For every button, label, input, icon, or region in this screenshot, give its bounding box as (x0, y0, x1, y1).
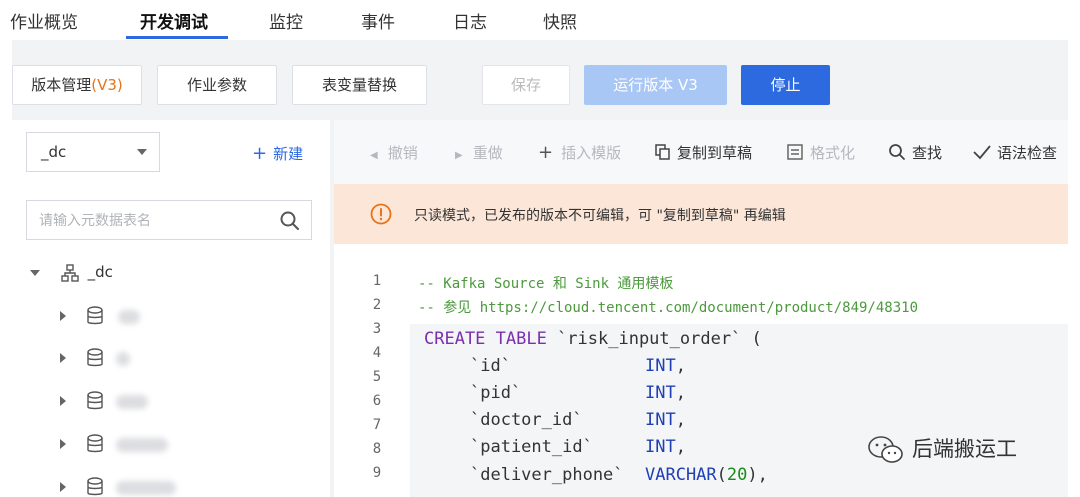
caret-right-icon (60, 311, 66, 321)
version-manage-label: 版本管理 (31, 76, 92, 94)
copy-to-draft-button[interactable]: 复制到草稿 (655, 142, 752, 163)
database-icon (87, 477, 103, 496)
line-number: 8 (372, 441, 382, 457)
redo-label: 重做 (472, 144, 503, 162)
tree-root-node[interactable]: _dc (30, 263, 113, 282)
database-select-value: _dc (41, 143, 67, 161)
code-keyword: CREATE TABLE (424, 329, 547, 349)
variable-replace-button[interactable]: 表变量替换 (292, 65, 427, 105)
caret-right-icon (60, 396, 66, 406)
redacted-name (116, 438, 168, 452)
line-number: 6 (372, 393, 382, 409)
code-field-name: `doctor_id` (470, 410, 583, 430)
line-number: 5 (372, 369, 382, 385)
readonly-notice-text: 只读模式，已发布的版本不可编辑，可 "复制到草稿" 再编辑 (414, 208, 786, 224)
caret-right-icon (60, 353, 66, 363)
code-line: CREATE TABLE `risk_input_order` ( (424, 329, 762, 349)
copy-icon (655, 144, 670, 160)
database-select[interactable]: _dc (26, 132, 160, 172)
code-comment: -- Kafka Source 和 Sink 通用模板 (418, 276, 674, 292)
tab-events[interactable]: 事件 (361, 8, 395, 33)
undo-label: 撤销 (387, 144, 418, 162)
table-search-field[interactable] (26, 200, 312, 240)
syntax-check-label: 语法检查 (997, 144, 1058, 162)
active-tab-indicator (126, 36, 228, 39)
code-comment: -- 参见 https://cloud.tencent.com/document… (418, 300, 919, 316)
find-button[interactable]: 查找 (888, 142, 942, 163)
version-manage-button[interactable]: 版本管理(V3) (12, 65, 142, 105)
code-field-type: INT, (645, 437, 686, 457)
plus-icon: + (252, 143, 268, 164)
code-field-name: `id` (470, 356, 511, 376)
redacted-name (116, 352, 130, 366)
line-number: 7 (372, 417, 382, 433)
version-tag: (V3) (91, 76, 123, 94)
tab-snapshot[interactable]: 快照 (543, 8, 577, 33)
watermark-text: 后端搬运工 (912, 437, 1017, 461)
plus-icon: + (538, 142, 554, 163)
code-field-name: `pid` (470, 383, 522, 403)
insert-template-label: 插入模版 (561, 144, 622, 162)
code-field-type: INT, (645, 410, 686, 430)
line-number: 4 (372, 345, 382, 361)
syntax-check-button[interactable]: 语法检查 (972, 142, 1057, 163)
tab-logs[interactable]: 日志 (453, 8, 487, 33)
code-field-name: `patient_id` (470, 437, 593, 457)
caret-down-icon (30, 269, 40, 276)
line-number: 1 (372, 273, 382, 289)
check-icon (973, 145, 991, 160)
job-params-button[interactable]: 作业参数 (157, 65, 277, 105)
format-label: 格式化 (810, 144, 856, 162)
database-icon (87, 434, 103, 453)
new-table-label: 新建 (273, 145, 304, 163)
run-version-button[interactable]: 运行版本 V3 (584, 65, 727, 105)
save-button[interactable]: 保存 (482, 65, 570, 105)
format-button[interactable]: 格式化 (786, 142, 855, 163)
undo-button[interactable]: ◀ 撤销 (370, 142, 418, 163)
code-table-name: `risk_input_order` ( (546, 329, 762, 349)
tab-monitor[interactable]: 监控 (269, 8, 303, 33)
top-tabs: 作业概览 开发调试 监控 事件 日志 快照 (0, 0, 1080, 40)
insert-template-button[interactable]: + 插入模版 (538, 142, 621, 163)
redo-button[interactable]: ▶ 重做 (455, 142, 503, 163)
caret-right-icon: ▶ (455, 150, 463, 161)
database-icon (87, 348, 103, 367)
chevron-down-icon (137, 149, 147, 155)
table-search-input[interactable] (39, 210, 269, 232)
wechat-icon (868, 436, 903, 463)
warning-icon (370, 203, 392, 225)
caret-right-icon (60, 482, 66, 492)
line-number: 3 (372, 321, 382, 337)
watermark: 后端搬运工 (866, 433, 1017, 465)
redacted-name (116, 395, 148, 409)
line-number: 9 (372, 465, 382, 481)
search-icon (889, 144, 905, 160)
find-label: 查找 (912, 144, 943, 162)
new-table-button[interactable]: + 新建 (252, 143, 303, 164)
code-field-type: INT, (645, 356, 686, 376)
code-field-type: VARCHAR(20), (645, 465, 768, 485)
tab-dev-debug[interactable]: 开发调试 (140, 8, 208, 33)
redacted-name (118, 310, 140, 324)
search-icon[interactable] (279, 210, 301, 232)
line-number: 2 (372, 297, 382, 313)
redacted-name (116, 481, 176, 495)
database-icon (87, 306, 103, 325)
caret-left-icon: ◀ (370, 150, 378, 161)
copy-to-draft-label: 复制到草稿 (677, 144, 753, 162)
stop-button[interactable]: 停止 (741, 65, 830, 105)
code-field-type: INT, (645, 383, 686, 403)
hierarchy-icon (61, 263, 79, 282)
tree-root-label: _dc (87, 263, 113, 281)
code-field-name: `deliver_phone` (470, 465, 624, 485)
database-icon (87, 391, 103, 410)
document-icon (787, 144, 803, 160)
caret-right-icon (60, 439, 66, 449)
tab-job-overview[interactable]: 作业概览 (10, 8, 78, 33)
